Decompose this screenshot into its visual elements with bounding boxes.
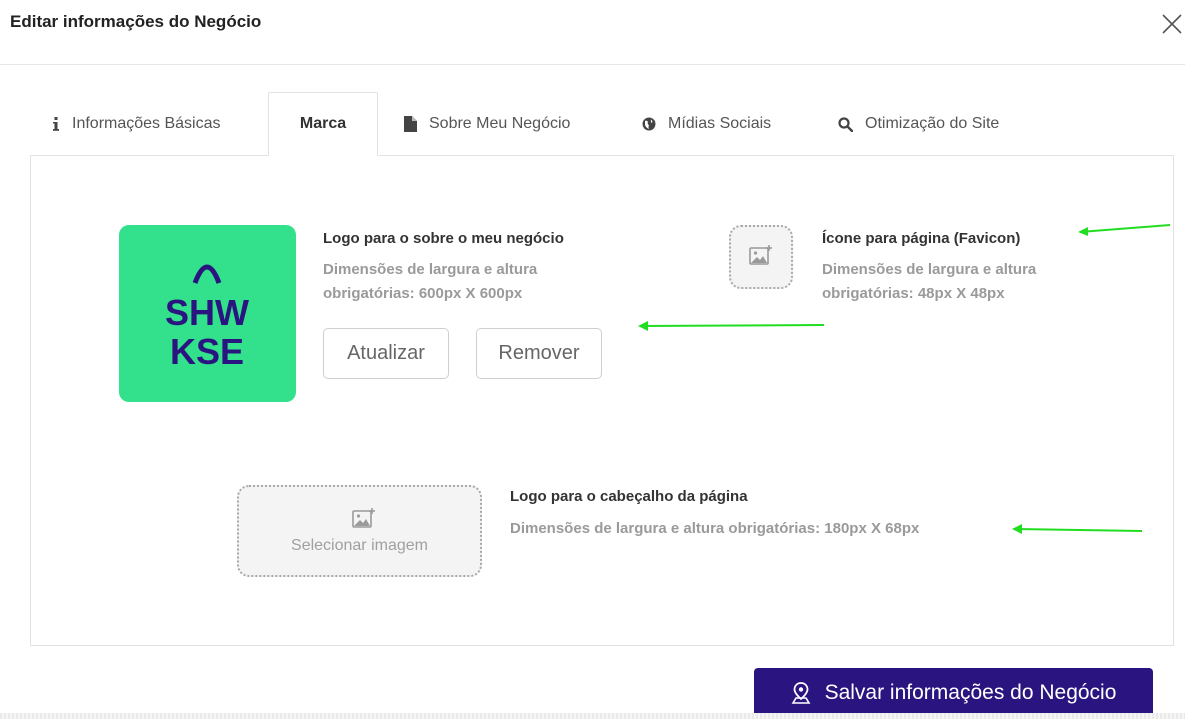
- tab-sobre-meu-negocio[interactable]: Sobre Meu Negócio: [404, 92, 570, 156]
- tab-label: Sobre Meu Negócio: [429, 115, 571, 132]
- annotation-arrow: [1012, 524, 1143, 534]
- logo-text-line1: SHW: [165, 292, 249, 333]
- save-business-info-button[interactable]: Salvar informações do Negócio: [754, 668, 1153, 718]
- tab-informacoes-basicas[interactable]: Informações Básicas: [52, 92, 221, 156]
- globe-icon: [642, 117, 656, 131]
- tab-label: Mídias Sociais: [668, 115, 772, 132]
- annotation-arrow: [638, 321, 825, 331]
- modal-title: Editar informações do Negócio: [10, 12, 262, 31]
- select-image-label: Selecionar imagem: [291, 537, 428, 554]
- modal-header: Editar informações do Negócio: [0, 0, 1185, 65]
- favicon-desc-line2: obrigatórias: 48px X 48px: [822, 285, 1005, 302]
- favicon-title: Ícone para página (Favicon): [822, 230, 1021, 247]
- add-image-icon: [749, 244, 773, 271]
- about-logo-desc-line1: Dimensões de largura e altura: [323, 261, 538, 278]
- save-button-label: Salvar informações do Negócio: [824, 681, 1117, 704]
- favicon-upload[interactable]: [729, 225, 793, 289]
- close-icon[interactable]: [1160, 12, 1184, 36]
- header-logo-desc: Dimensões de largura e altura obrigatóri…: [510, 520, 920, 537]
- bag-handle-shape: [192, 264, 222, 284]
- about-logo-desc-line2: obrigatórias: 600px X 600px: [323, 285, 523, 302]
- remove-button[interactable]: Remover: [476, 328, 602, 379]
- tab-midias-sociais[interactable]: Mídias Sociais: [642, 92, 771, 156]
- map-pin-icon: [791, 682, 811, 704]
- tab-bar: Informações Básicas Marca Sobre Meu Negó…: [30, 92, 1174, 156]
- info-icon: [52, 117, 60, 131]
- favicon-desc-line1: Dimensões de largura e altura: [822, 261, 1037, 278]
- logo-text-line2: KSE: [170, 331, 244, 372]
- about-logo-title: Logo para o sobre o meu negócio: [323, 230, 564, 247]
- add-image-icon: [352, 507, 376, 534]
- header-logo-title: Logo para o cabeçalho da página: [510, 488, 748, 505]
- tab-otimizacao-do-site[interactable]: Otimização do Site: [838, 92, 999, 156]
- about-logo-preview: SHW KSE: [119, 225, 296, 402]
- tab-label: Marca: [299, 115, 347, 132]
- header-logo-upload[interactable]: Selecionar imagem: [237, 485, 482, 577]
- document-icon: [404, 116, 417, 132]
- update-button[interactable]: Atualizar: [323, 328, 449, 379]
- bottom-divider: [0, 713, 1185, 719]
- search-icon: [838, 116, 853, 132]
- tab-label: Otimização do Site: [865, 115, 1000, 132]
- tab-label: Informações Básicas: [72, 115, 221, 132]
- annotation-arrow: [1078, 224, 1171, 236]
- tab-marca[interactable]: Marca: [268, 92, 378, 156]
